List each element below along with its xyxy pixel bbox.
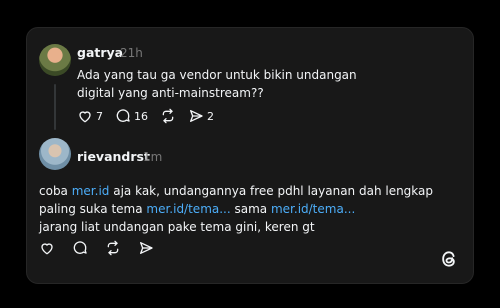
thread-connector-line — [54, 84, 56, 130]
repost-icon — [107, 240, 119, 256]
link-mer-id-tema-2[interactable]: mer.id/tema... — [271, 202, 355, 216]
reply-share-button[interactable] — [138, 240, 154, 256]
threads-embed-card: gatrya 21h Ada yang tau ga vendor untuk … — [26, 27, 474, 284]
link-mer-id-tema-1[interactable]: mer.id/tema... — [146, 202, 230, 216]
repost-button[interactable] — [160, 108, 176, 124]
comment-count: 16 — [134, 109, 148, 123]
reply-text-segment: aja kak, undangannya free pdhl layanan d… — [109, 184, 434, 198]
share-count: 2 — [207, 109, 214, 123]
reply-line-3: jarang liat undangan pake tema gini, ker… — [39, 220, 315, 234]
like-count: 7 — [96, 109, 103, 123]
share-icon — [140, 242, 153, 254]
heart-icon — [41, 243, 53, 255]
comment-icon — [73, 241, 87, 254]
reply-text-segment: paling suka tema — [39, 202, 147, 216]
reply-text-segment: coba — [39, 184, 72, 198]
post-time: 21h — [120, 46, 143, 60]
reply-repost-button[interactable] — [105, 240, 121, 256]
reply-text: coba mer.id aja kak, undangannya free pd… — [39, 182, 439, 236]
like-button[interactable]: 7 — [77, 108, 103, 124]
repost-icon — [162, 108, 174, 124]
comment-icon — [116, 109, 130, 122]
reply-text-segment: sama — [230, 202, 271, 216]
avatar-rievandrst[interactable] — [39, 138, 71, 170]
avatar-gatrya[interactable] — [39, 44, 71, 76]
heart-icon — [79, 111, 91, 123]
post-actions: 7 16 2 — [77, 107, 226, 125]
threads-logo-icon[interactable] — [439, 249, 459, 269]
reply-line-2: paling suka tema mer.id/tema... sama mer… — [39, 200, 439, 218]
link-mer-id[interactable]: mer.id — [72, 184, 110, 198]
reply-like-button[interactable] — [39, 240, 55, 256]
share-button[interactable]: 2 — [188, 108, 214, 124]
reply-line-1: coba mer.id aja kak, undangannya free pd… — [39, 182, 439, 200]
reply-time: 1m — [143, 150, 163, 164]
comment-button[interactable]: 16 — [115, 108, 148, 124]
post-username[interactable]: gatrya — [77, 45, 123, 60]
reply-comment-button[interactable] — [72, 240, 88, 256]
reply-actions — [39, 239, 171, 257]
reply-username[interactable]: rievandrst — [77, 149, 150, 164]
post-text: Ada yang tau ga vendor untuk bikin undan… — [77, 68, 357, 100]
share-icon — [190, 110, 203, 122]
